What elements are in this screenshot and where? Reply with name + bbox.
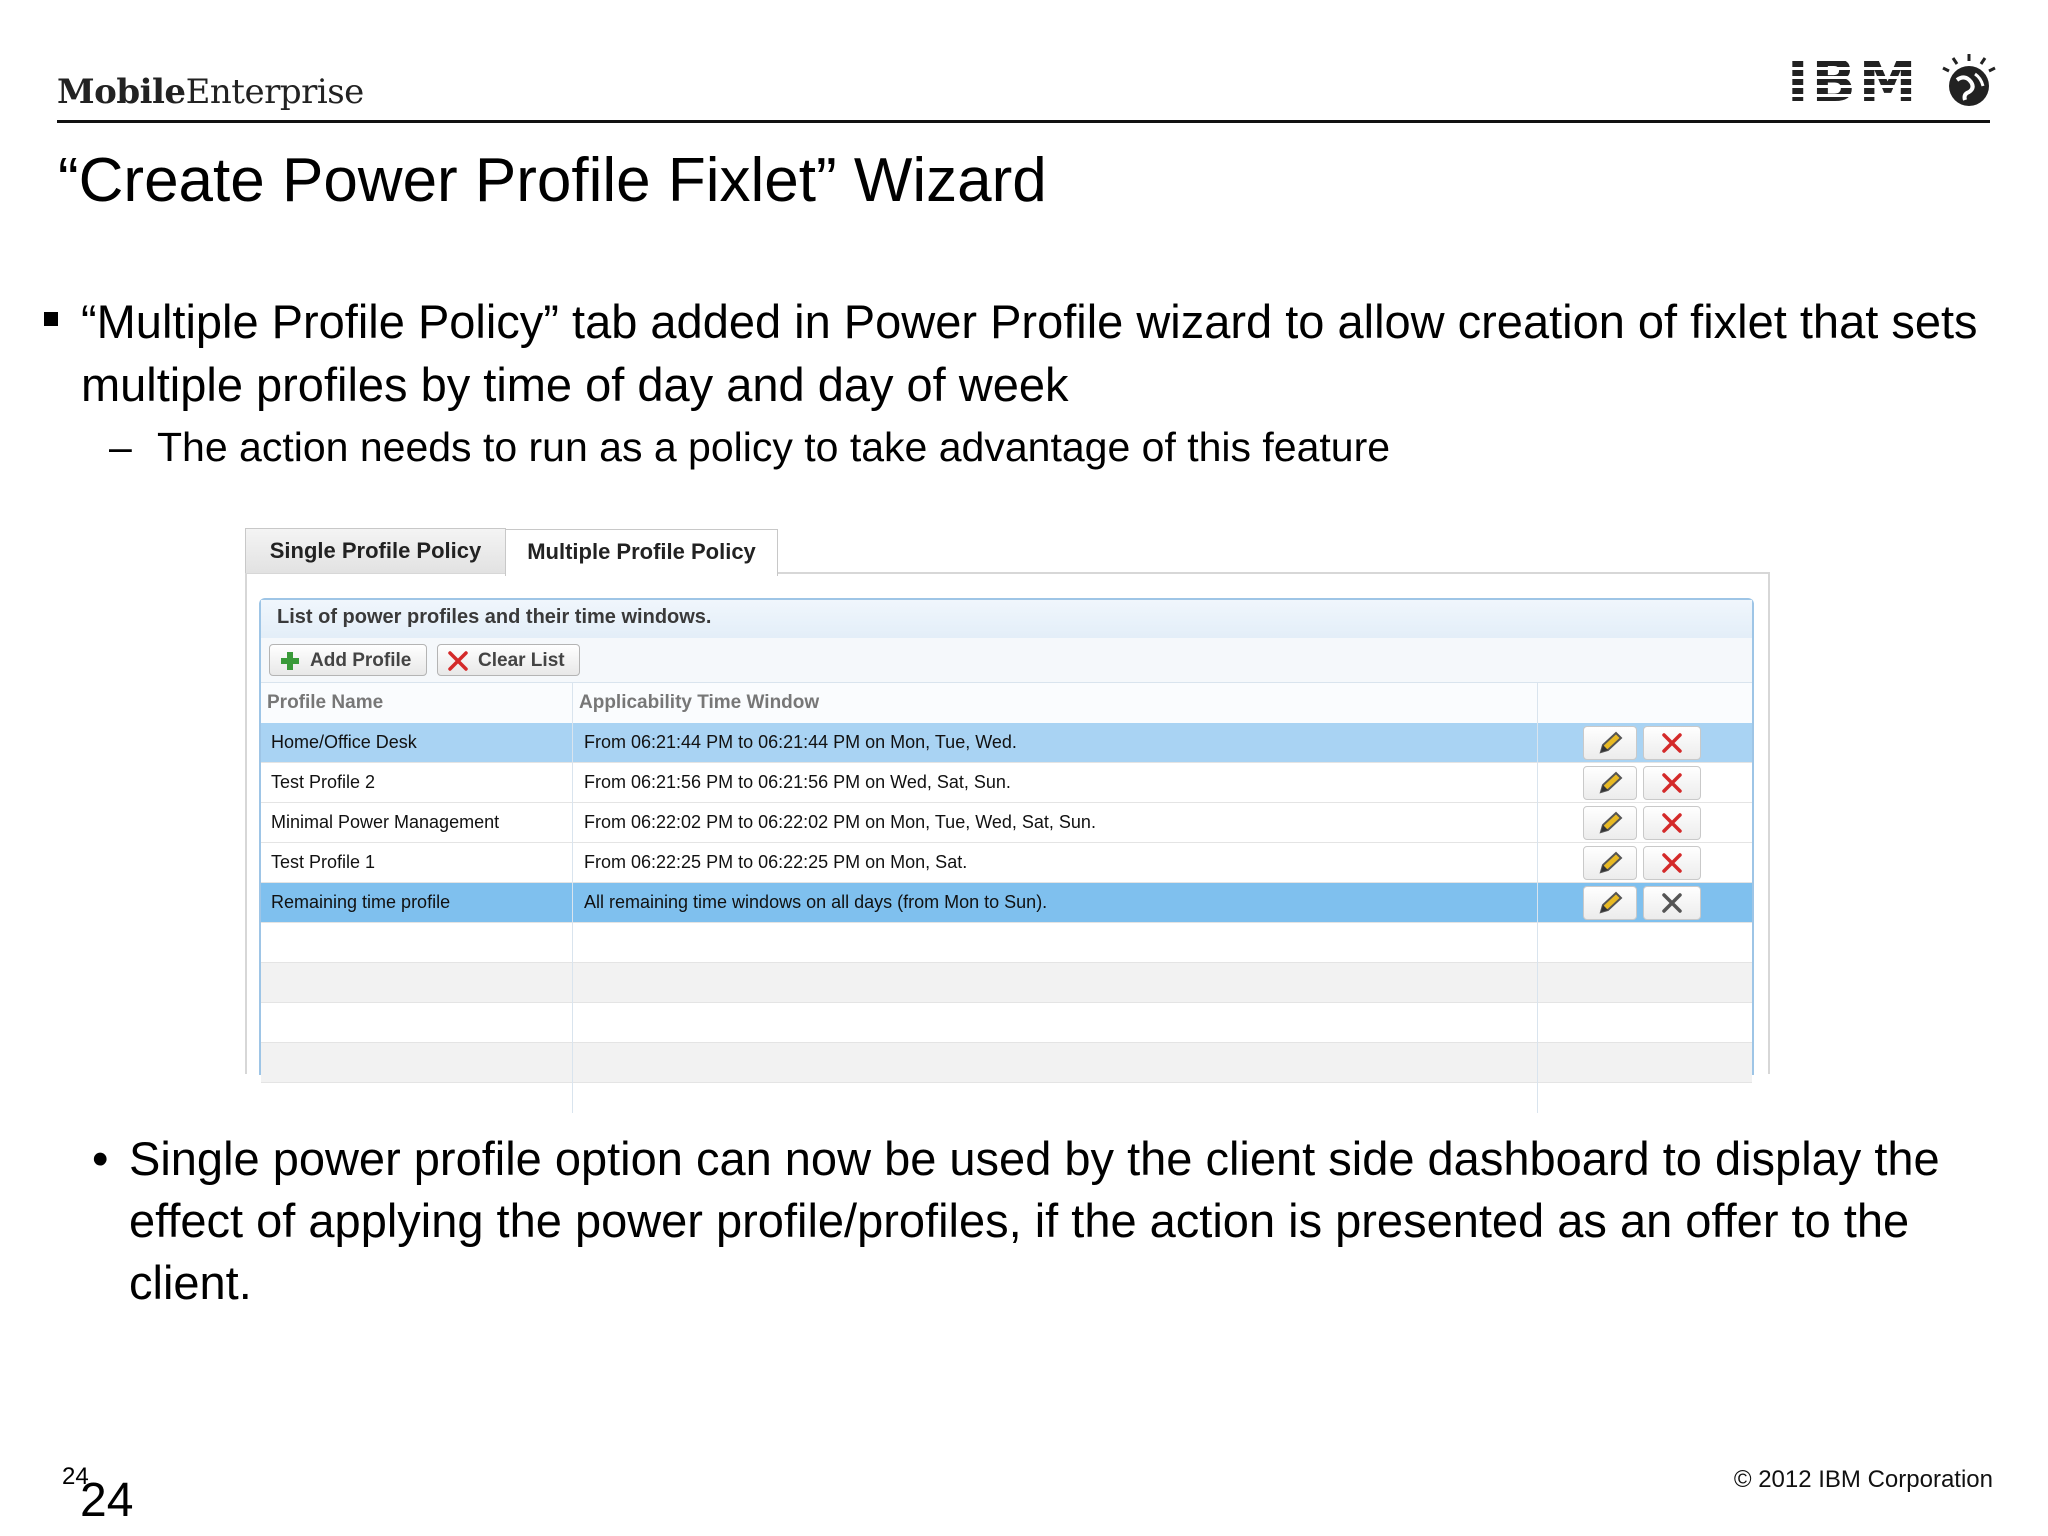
profile-name: Minimal Power Management (271, 812, 500, 832)
edit-button[interactable] (1583, 766, 1637, 800)
column-applicability-time-window[interactable]: Applicability Time Window (579, 692, 819, 714)
pencil-icon (1599, 891, 1623, 914)
delete-button[interactable] (1643, 726, 1701, 760)
legend-text: List of power profiles and their time wi… (277, 606, 712, 628)
fieldset-legend: List of power profiles and their time wi… (261, 600, 1752, 638)
close-icon (1662, 893, 1682, 913)
profiles-fieldset: List of power profiles and their time wi… (259, 598, 1754, 1113)
close-icon (448, 651, 468, 671)
profile-time-window: All remaining time windows on all days (… (584, 892, 1048, 912)
add-profile-label: Add Profile (310, 650, 412, 671)
profile-time-window: From 06:21:44 PM to 06:21:44 PM on Mon, … (584, 732, 1017, 752)
close-icon (1662, 773, 1682, 793)
add-profile-button[interactable]: Add Profile (269, 644, 427, 676)
clear-list-button[interactable]: Clear List (437, 644, 580, 676)
ibm-logo: IBM (1787, 47, 1920, 115)
wizard-screenshot: Single Profile Policy Multiple Profile P… (245, 528, 1770, 1113)
profile-time-window: From 06:21:56 PM to 06:21:56 PM on Wed, … (584, 772, 1011, 792)
brand-rest: Enterprise (185, 72, 365, 112)
edit-button[interactable] (1583, 846, 1637, 880)
close-icon (1662, 813, 1682, 833)
empty-row (261, 1003, 1752, 1043)
table-row[interactable]: Remaining time profile All remaining tim… (261, 883, 1752, 923)
profiles-table: Home/Office Desk From 06:21:44 PM to 06:… (261, 723, 1752, 1113)
dash-marker: – (109, 424, 132, 470)
table-row[interactable]: Minimal Power Management From 06:22:02 P… (261, 803, 1752, 843)
clear-list-label: Clear List (478, 650, 565, 671)
round-bullet-marker: • (92, 1132, 109, 1185)
column-divider (572, 683, 573, 723)
close-icon (1662, 853, 1682, 873)
brand-bold: Mobile (57, 72, 186, 112)
profile-name: Test Profile 2 (271, 772, 376, 792)
brand-logo: MobileEnterprise (57, 72, 364, 112)
delete-button[interactable] (1643, 846, 1701, 880)
table-row[interactable]: Test Profile 1 From 06:22:25 PM to 06:22… (261, 843, 1752, 883)
table-header: Profile Name Applicability Time Window (261, 682, 1752, 724)
empty-row (261, 963, 1752, 1003)
bullet-2: • Single power profile option can now be… (92, 1128, 1942, 1314)
profile-name: Test Profile 1 (271, 852, 376, 872)
square-bullet-icon (44, 312, 58, 326)
slide-title: “Create Power Profile Fixlet” Wizard (58, 146, 1047, 215)
pencil-icon (1599, 731, 1623, 754)
header-divider (57, 120, 1990, 123)
delete-button-disabled (1643, 886, 1701, 920)
empty-row (261, 1043, 1752, 1083)
tab-single-profile-policy[interactable]: Single Profile Policy (245, 528, 506, 573)
column-divider (1537, 683, 1538, 723)
table-row[interactable]: Home/Office Desk From 06:21:44 PM to 06:… (261, 723, 1752, 763)
profile-name: Home/Office Desk (271, 732, 417, 752)
profile-name: Remaining time profile (271, 892, 451, 912)
profile-time-window: From 06:22:25 PM to 06:22:25 PM on Mon, … (584, 852, 968, 872)
sub-bullet-text: The action needs to run as a policy to t… (157, 424, 1391, 470)
delete-button[interactable] (1643, 766, 1701, 800)
sub-bullet: – The action needs to run as a policy to … (109, 424, 1390, 471)
column-divider (1537, 723, 1538, 1113)
page-number: 24 (80, 1474, 134, 1527)
pencil-icon (1599, 771, 1623, 794)
pencil-icon (1599, 811, 1623, 834)
column-profile-name[interactable]: Profile Name (267, 692, 383, 714)
tab-multiple-profile-policy[interactable]: Multiple Profile Policy (505, 529, 778, 576)
column-divider (572, 723, 573, 1113)
bullet-1: “Multiple Profile Policy” tab added in P… (44, 290, 2004, 416)
edit-button[interactable] (1583, 886, 1637, 920)
globe-icon (1942, 54, 1996, 106)
bullet-1-text: “Multiple Profile Policy” tab added in P… (81, 295, 1978, 411)
profile-time-window: From 06:22:02 PM to 06:22:02 PM on Mon, … (584, 812, 1096, 832)
bullet-2-text: Single power profile option can now be u… (129, 1132, 1940, 1309)
edit-button[interactable] (1583, 726, 1637, 760)
empty-row (261, 923, 1752, 963)
edit-button[interactable] (1583, 806, 1637, 840)
close-icon (1662, 733, 1682, 753)
table-row[interactable]: Test Profile 2 From 06:21:56 PM to 06:21… (261, 763, 1752, 803)
toolbar: Add Profile Clear List (261, 638, 1752, 682)
pencil-icon (1599, 851, 1623, 874)
copyright: © 2012 IBM Corporation (1733, 1466, 1993, 1493)
delete-button[interactable] (1643, 806, 1701, 840)
plus-icon (281, 652, 299, 670)
